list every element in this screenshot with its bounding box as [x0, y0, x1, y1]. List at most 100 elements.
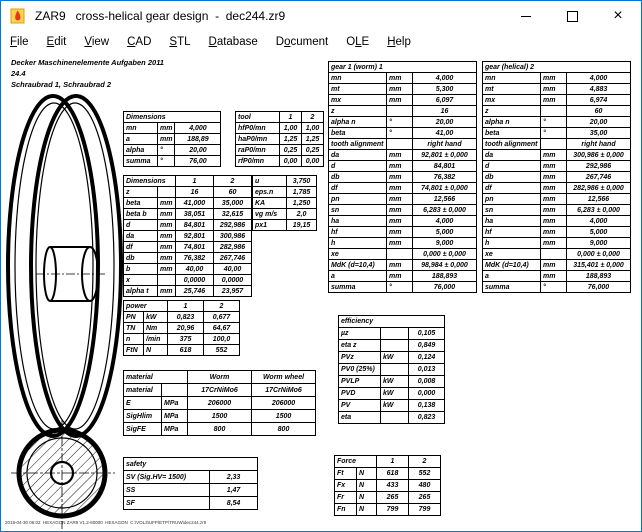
menu-item-ole[interactable]: OLE	[337, 33, 378, 51]
table-row: dmm292,986	[483, 161, 631, 172]
table-cell: mm	[541, 194, 567, 205]
table-row: damm92,801300,986	[124, 231, 252, 242]
table-cell: SS	[124, 484, 210, 497]
table-cell: PV	[339, 400, 381, 412]
table-row: alpha n°20,00	[329, 117, 477, 128]
table-cell	[387, 106, 413, 117]
table-cell: 4,000	[413, 73, 477, 84]
table-cell: Dimensions	[124, 112, 221, 123]
table-cell: 265	[409, 492, 441, 504]
table-cell: mm	[541, 271, 567, 282]
material-table: materialWormWorm wheelmaterial17CrNiMo61…	[123, 370, 316, 436]
table-row: pnmm12,566	[329, 194, 477, 205]
table-row: gear 1 (worm) 1	[329, 62, 477, 73]
table-cell: beta b	[124, 209, 158, 220]
table-cell: mm	[387, 73, 413, 84]
table-row: eta0,823	[339, 412, 445, 424]
safety-table: safetySV (Sig.HV= 1500)2,33SS1,47SF8,54	[123, 457, 258, 510]
table-cell: mm	[387, 238, 413, 249]
table-cell: mm	[387, 150, 413, 161]
table-cell: 92,801	[176, 231, 214, 242]
table-cell: mx	[329, 95, 387, 106]
report-header: Decker Maschinenelemente Aufgaben 2011 2…	[11, 57, 164, 90]
table-cell: df	[483, 183, 541, 194]
table-row: summa°76,000	[329, 282, 477, 293]
table-cell: 23,957	[214, 286, 252, 297]
menu-item-view[interactable]: View	[75, 33, 118, 51]
table-row: beta°35,00	[483, 128, 631, 139]
menu-item-file[interactable]: File	[1, 33, 38, 51]
table-row: SF8,54	[124, 497, 258, 510]
table-cell: 0,124	[409, 352, 445, 364]
table-cell: vg m/s	[253, 209, 287, 220]
table-cell: PV0 (25%)	[339, 364, 381, 376]
table-cell: tooth alignment	[329, 139, 387, 150]
table-row: beta bmm38,05132,615	[124, 209, 252, 220]
table-cell: 5,000	[567, 227, 631, 238]
table-cell: 6,283 ± 0,000	[413, 205, 477, 216]
table-cell: 6,974	[567, 95, 631, 106]
table-row: eta z0,849	[339, 340, 445, 352]
table-cell: Dimensions	[124, 176, 176, 187]
table-cell: KA	[253, 198, 287, 209]
table-cell: 1	[377, 456, 409, 468]
menu-item-stl[interactable]: STL	[160, 33, 199, 51]
table-cell: 2	[409, 456, 441, 468]
table-cell: z	[329, 106, 387, 117]
table-cell: db	[483, 172, 541, 183]
table-cell: mm	[541, 216, 567, 227]
table-cell: mm	[387, 205, 413, 216]
table-cell: N	[357, 492, 377, 504]
table-row: betamm41,00035,000	[124, 198, 252, 209]
table-row: dbmm76,382	[329, 172, 477, 183]
menu-item-help[interactable]: Help	[378, 33, 420, 51]
table-cell: beta	[124, 198, 158, 209]
table-cell: 292,986	[567, 161, 631, 172]
menu-item-cad[interactable]: CAD	[118, 33, 160, 51]
table-row: raP0/mn0,250,25	[236, 145, 324, 156]
menu-item-document[interactable]: Document	[267, 33, 337, 51]
table-row: µz0,105	[339, 328, 445, 340]
table-cell: mm	[387, 216, 413, 227]
table-cell: hf	[483, 227, 541, 238]
table-cell: 1	[168, 301, 204, 312]
table-row: dfmm74,801 ± 0,000	[329, 183, 477, 194]
table-cell: gear (helical) 2	[483, 62, 631, 73]
menu-item-database[interactable]: Database	[200, 33, 267, 51]
table-cell: da	[124, 231, 158, 242]
table-cell: PN	[124, 312, 144, 323]
menu-item-edit[interactable]: Edit	[38, 33, 76, 51]
table-cell: mm	[541, 73, 567, 84]
table-cell: mm	[387, 194, 413, 205]
maximize-button[interactable]	[549, 1, 595, 31]
table-cell: °	[541, 128, 567, 139]
table-cell: SF	[124, 497, 210, 510]
table-cell: db	[124, 253, 158, 264]
table-cell: 8,54	[210, 497, 258, 510]
table-cell: rfP0/mn	[236, 156, 280, 167]
table-row: SV (Sig.HV= 1500)2,33	[124, 471, 258, 484]
close-button[interactable]: ×	[595, 1, 641, 31]
table-row: SigFEMPa800800	[124, 423, 316, 436]
table-cell: 4,000	[175, 123, 221, 134]
table-cell: 0,013	[409, 364, 445, 376]
table-row: FnN799799	[335, 504, 441, 516]
table-cell: 12,566	[567, 194, 631, 205]
table-cell: mm	[541, 238, 567, 249]
table-cell: 76,000	[567, 282, 631, 293]
table-cell: °	[387, 117, 413, 128]
table-cell: b	[124, 264, 158, 275]
minimize-button[interactable]	[503, 1, 549, 31]
table-cell: 60	[214, 187, 252, 198]
table-row: PV0 (25%) 0,013	[339, 364, 445, 376]
table-cell: xe	[483, 249, 541, 260]
table-cell: TN	[124, 323, 144, 334]
minimize-icon	[521, 16, 531, 17]
table-cell: N	[144, 345, 168, 356]
table-cell: 2,33	[210, 471, 258, 484]
table-row: PVzkW0,124	[339, 352, 445, 364]
table-cell: ha	[329, 216, 387, 227]
table-cell: 206000	[188, 397, 252, 410]
table-cell	[158, 275, 176, 286]
table-row: x0,00000,0000	[124, 275, 252, 286]
